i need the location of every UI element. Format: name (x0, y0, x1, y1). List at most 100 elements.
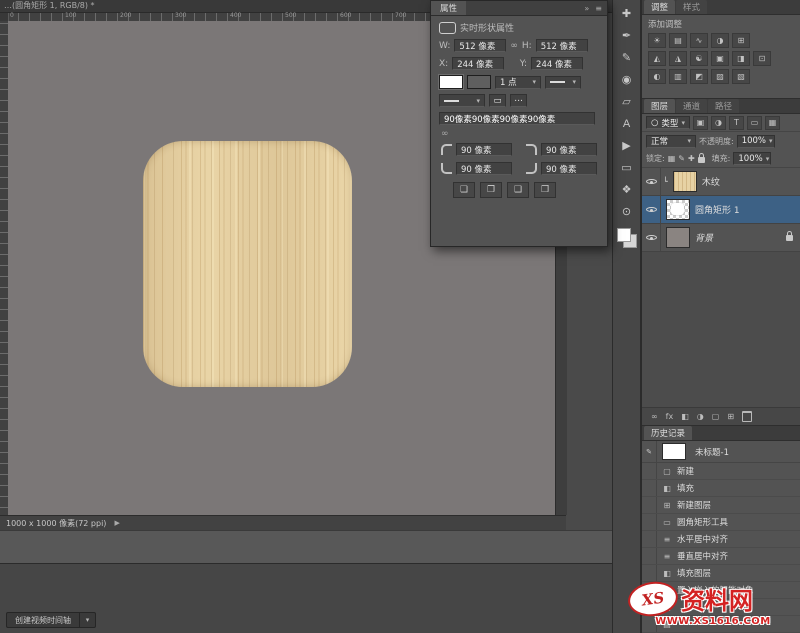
eye-icon[interactable] (646, 205, 657, 214)
pathfinder-exclude-button[interactable]: ❒ (534, 182, 556, 198)
adjustment-icon[interactable]: ◨ (732, 51, 750, 66)
history-brush-well[interactable] (642, 480, 657, 496)
radius-bottom-left-field[interactable]: 90 像素 (456, 162, 512, 175)
pathfinder-subtract-button[interactable]: ❐ (480, 182, 502, 198)
adjustment-icon[interactable]: ⊡ (753, 51, 771, 66)
lock-transparent-icon[interactable]: ▦ (668, 154, 676, 163)
history-brush-source-well[interactable]: ✎ (642, 441, 657, 462)
radius-summary-field[interactable]: 90像素90像素90像素90像素 (439, 112, 595, 125)
history-brush-well[interactable] (642, 514, 657, 530)
pathfinder-unite-button[interactable]: ❏ (453, 182, 475, 198)
pathfinder-intersect-button[interactable]: ❑ (507, 182, 529, 198)
history-brush-well[interactable] (642, 565, 657, 581)
history-brush-well[interactable] (642, 548, 657, 564)
zoom-tool[interactable]: ⊙ (616, 203, 637, 220)
layer-name[interactable]: 背景 (695, 231, 713, 244)
adjustment-icon[interactable]: ◩ (690, 69, 708, 84)
smart-object-filter-icon[interactable]: ▦ (765, 116, 780, 130)
history-brush-well[interactable] (642, 463, 657, 479)
history-step[interactable]: ▭ 圆角矩形工具 (642, 514, 800, 531)
shape-tool[interactable]: ▭ (616, 159, 637, 176)
history-brush-well[interactable] (642, 531, 657, 547)
new-layer-icon[interactable]: ⊞ (727, 412, 734, 421)
blend-mode-select[interactable]: 正常 ▾ (646, 135, 696, 148)
create-video-timeline-button[interactable]: 创建视频时间轴 (6, 612, 80, 628)
eye-icon[interactable] (646, 177, 657, 186)
tab-paths[interactable]: 路径 (708, 99, 739, 113)
timeline-dropdown-button[interactable]: ▾ (80, 612, 96, 628)
tab-history[interactable]: 历史记录 (644, 426, 692, 440)
link-layers-icon[interactable]: ∞ (651, 412, 658, 421)
layer-thumbnail[interactable] (673, 171, 697, 192)
hand-tool[interactable]: ❖ (616, 181, 637, 198)
link-radii-icon[interactable]: ∞ (441, 129, 449, 139)
brush-tool[interactable]: ✎ (616, 49, 637, 66)
y-field[interactable]: 244 像素 (531, 57, 583, 70)
adjustment-icon[interactable]: ◮ (669, 51, 687, 66)
stroke-cap-button[interactable]: ▭ (489, 94, 506, 107)
adjustment-icon[interactable]: ▥ (669, 69, 687, 84)
radius-top-right-field[interactable]: 90 像素 (541, 143, 597, 156)
layer-filter-select[interactable]: ○ 类型 ▾ (646, 116, 690, 129)
stroke-style-select[interactable]: ▾ (545, 76, 581, 89)
adjustment-icon[interactable]: ☯ (690, 51, 708, 66)
color-swatches[interactable] (617, 228, 637, 248)
adjustment-icon[interactable]: ▧ (732, 69, 750, 84)
opacity-field[interactable]: 100% ▾ (737, 135, 775, 148)
history-step[interactable]: ◧ 填充 (642, 480, 800, 497)
layer-visibility-cell[interactable] (642, 224, 661, 251)
shape-filter-icon[interactable]: ▭ (747, 116, 762, 130)
link-dimensions-icon[interactable]: ∞ (510, 41, 518, 51)
clone-stamp-tool[interactable]: ◉ (616, 71, 637, 88)
stroke-corner-button[interactable]: ⋯ (510, 94, 527, 107)
stroke-align-select[interactable]: ▾ (439, 94, 485, 107)
layer-row-wood[interactable]: └ 木纹 (642, 168, 800, 196)
foreground-color-swatch[interactable] (617, 228, 631, 242)
panel-menu-icon[interactable]: ≡ (595, 4, 602, 13)
tab-adjustments[interactable]: 调整 (644, 0, 675, 14)
eraser-tool[interactable]: ▱ (616, 93, 637, 110)
history-step[interactable]: ≡ 水平居中对齐 (642, 531, 800, 548)
radius-bottom-right-field[interactable]: 90 像素 (541, 162, 597, 175)
fill-color-swatch[interactable] (439, 75, 463, 89)
adjustment-icon[interactable]: ▨ (711, 69, 729, 84)
history-step[interactable]: ⊞ 新建图层 (642, 497, 800, 514)
type-filter-icon[interactable]: T (729, 116, 744, 130)
layer-style-icon[interactable]: fx (666, 412, 674, 421)
status-arrow-icon[interactable]: ▶ (114, 519, 119, 527)
history-step[interactable]: ▢ 新建 (642, 463, 800, 480)
fill-field[interactable]: 100% ▾ (733, 152, 771, 165)
width-field[interactable]: 512 像素 (454, 39, 506, 52)
layer-row-rounded-rectangle[interactable]: 圆角矩形 1 (642, 196, 800, 224)
adjustment-filter-icon[interactable]: ◑ (711, 116, 726, 130)
adjustment-icon[interactable]: ◑ (711, 33, 729, 48)
tab-channels[interactable]: 通道 (676, 99, 707, 113)
pen-tool[interactable]: ✒ (616, 27, 637, 44)
move-tool[interactable]: ✚ (616, 5, 637, 22)
adjustment-icon[interactable]: ▤ (669, 33, 687, 48)
adjustment-icon[interactable]: ◐ (648, 69, 666, 84)
stroke-width-select[interactable]: 1 点 ▾ (495, 76, 541, 89)
path-select-tool[interactable]: ▶ (616, 137, 637, 154)
tab-layers[interactable]: 图层 (644, 99, 675, 113)
adjustment-icon[interactable]: ∿ (690, 33, 708, 48)
adjustment-icon[interactable]: ☀ (648, 33, 666, 48)
height-field[interactable]: 512 像素 (536, 39, 588, 52)
tab-properties[interactable]: 属性 (431, 1, 466, 15)
tab-styles[interactable]: 样式 (676, 0, 707, 14)
text-tool[interactable]: A (616, 115, 637, 132)
radius-top-left-field[interactable]: 90 像素 (456, 143, 512, 156)
adjustment-icon[interactable]: ⊞ (732, 33, 750, 48)
eye-icon[interactable] (646, 233, 657, 242)
add-adjustment-layer-icon[interactable]: ◑ (697, 412, 704, 421)
layer-row-background[interactable]: 背景 (642, 224, 800, 252)
pixel-filter-icon[interactable]: ▣ (693, 116, 708, 130)
new-group-icon[interactable]: ▢ (712, 412, 720, 421)
stroke-color-swatch[interactable] (467, 75, 491, 89)
adjustment-icon[interactable]: ▣ (711, 51, 729, 66)
x-field[interactable]: 244 像素 (452, 57, 504, 70)
layer-thumbnail[interactable] (666, 227, 690, 248)
history-brush-well[interactable] (642, 497, 657, 513)
document-tab[interactable]: …(圆角矩形 1, RGB/8) * (0, 0, 95, 12)
lock-all-icon[interactable] (698, 157, 705, 163)
